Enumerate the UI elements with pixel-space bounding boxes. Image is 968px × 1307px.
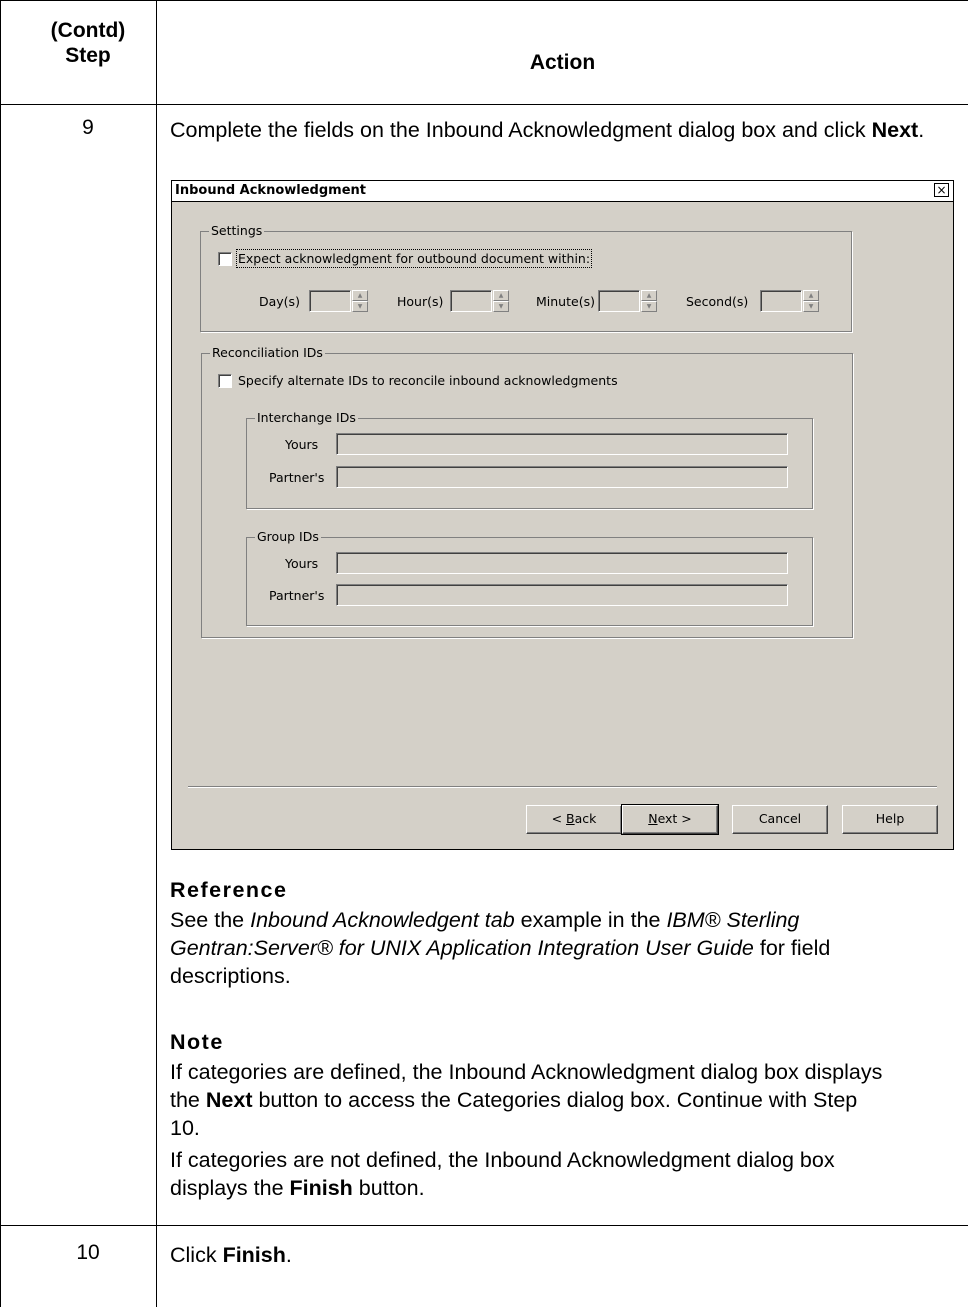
hours-label: Hour(s) — [397, 294, 444, 309]
note-p1-bold: Next — [205, 1088, 253, 1112]
interchange-yours-label: Yours — [285, 437, 319, 452]
interchange-partners-label: Partner's — [269, 470, 325, 485]
header-step-line1: (Contd) — [50, 19, 126, 42]
row-divider — [0, 1225, 968, 1226]
reconciliation-ids-group: Reconciliation IDs Specify alternate IDs… — [201, 345, 853, 638]
button-separator — [188, 786, 937, 788]
note-heading: Note — [170, 1030, 224, 1054]
hours-input[interactable] — [450, 290, 492, 312]
days-down-icon[interactable]: ▼ — [352, 301, 368, 312]
seconds-down-icon[interactable]: ▼ — [803, 301, 819, 312]
step9-period: . — [918, 118, 925, 142]
expect-ack-checkbox[interactable] — [218, 252, 232, 266]
dialog-title: Inbound Acknowledgment — [175, 183, 366, 198]
header-step: (Contd) Step — [20, 18, 156, 68]
reference-t3: example in the — [514, 908, 667, 932]
note-p2-c: button. — [352, 1176, 425, 1200]
reconciliation-group-label: Reconciliation IDs — [210, 345, 325, 360]
settings-group-label: Settings — [209, 223, 265, 238]
inbound-acknowledgment-dialog: Inbound Acknowledgment × Settings Expect… — [171, 180, 954, 850]
step9-text: Complete the fields on the Inbound Ackno… — [170, 118, 872, 142]
step10-period: . — [285, 1243, 292, 1267]
step10-instruction: Click Finish. — [170, 1241, 950, 1269]
days-label: Day(s) — [259, 294, 300, 309]
next-button[interactable]: Next > — [621, 804, 719, 835]
interchange-partners-field[interactable] — [336, 466, 788, 488]
reference-t1: See the — [170, 908, 251, 932]
back-button[interactable]: < Back — [526, 805, 622, 834]
group-yours-field[interactable] — [336, 552, 788, 574]
group-ids-group: Group IDs Yours Partner's — [246, 529, 813, 626]
seconds-spinner[interactable]: ▲ ▼ — [803, 290, 819, 312]
procedure-table: (Contd) Step Action 9 Complete the field… — [0, 0, 968, 1307]
group-partners-field[interactable] — [336, 584, 788, 606]
expect-ack-label: Expect acknowledgment for outbound docum… — [235, 249, 593, 268]
hours-spinner[interactable]: ▲ ▼ — [493, 290, 509, 312]
header-bottom-border — [0, 104, 968, 105]
column-divider — [156, 0, 157, 1307]
back-prefix: < — [551, 811, 567, 826]
seconds-label: Second(s) — [686, 294, 749, 309]
interchange-yours-field[interactable] — [336, 433, 788, 455]
header-action: Action — [529, 51, 596, 74]
note-p1-c: button to access the Categories dialog b… — [170, 1088, 858, 1140]
step-number-10: 10 — [76, 1241, 100, 1264]
step-number-9: 9 — [82, 116, 94, 139]
back-rest: ack — [574, 811, 597, 826]
days-input[interactable] — [309, 290, 351, 312]
next-rest: ext > — [657, 811, 692, 826]
close-icon[interactable]: × — [934, 183, 949, 197]
table-top-border — [0, 0, 968, 1]
alternate-ids-checkbox[interactable] — [218, 374, 232, 388]
minutes-spinner[interactable]: ▲ ▼ — [641, 290, 657, 312]
next-mnemonic: N — [648, 811, 658, 826]
group-ids-label: Group IDs — [255, 529, 321, 544]
reference-tab-name: Inbound Acknowledgent tab — [250, 908, 515, 932]
table-left-border — [0, 0, 1, 1307]
step9-instruction: Complete the fields on the Inbound Ackno… — [170, 116, 950, 144]
minutes-down-icon[interactable]: ▼ — [641, 301, 657, 312]
interchange-group-label: Interchange IDs — [255, 410, 358, 425]
header-step-line2: Step — [65, 44, 111, 67]
reference-heading: Reference — [170, 878, 288, 902]
note-p2-a: If categories are not defined, the Inbou… — [170, 1148, 835, 1200]
back-mnemonic: B — [566, 811, 575, 826]
hours-up-icon[interactable]: ▲ — [493, 290, 509, 301]
dialog-title-bar: Inbound Acknowledgment × — [172, 181, 953, 202]
reference-text: See the Inbound Acknowledgent tab exampl… — [170, 906, 870, 990]
cancel-button[interactable]: Cancel — [732, 805, 828, 834]
seconds-input[interactable] — [760, 290, 802, 312]
note-paragraph-1: If categories are defined, the Inbound A… — [170, 1058, 890, 1142]
help-button[interactable]: Help — [842, 805, 938, 834]
hours-down-icon[interactable]: ▼ — [493, 301, 509, 312]
interchange-ids-group: Interchange IDs Yours Partner's — [246, 410, 813, 509]
note-paragraph-2: If categories are not defined, the Inbou… — [170, 1146, 890, 1202]
days-spinner[interactable]: ▲ ▼ — [352, 290, 368, 312]
settings-group: Settings Expect acknowledgment for outbo… — [200, 223, 852, 332]
group-yours-label: Yours — [285, 556, 319, 571]
seconds-up-icon[interactable]: ▲ — [803, 290, 819, 301]
note-p2-bold: Finish — [289, 1176, 353, 1200]
step10-finish-bold: Finish — [222, 1243, 286, 1267]
step10-text: Click — [170, 1243, 223, 1267]
minutes-up-icon[interactable]: ▲ — [641, 290, 657, 301]
alternate-ids-label: Specify alternate IDs to reconcile inbou… — [238, 373, 618, 388]
minutes-input[interactable] — [598, 290, 640, 312]
step9-next-bold: Next — [871, 118, 919, 142]
group-partners-label: Partner's — [269, 588, 325, 603]
minutes-label: Minute(s) — [536, 294, 595, 309]
days-up-icon[interactable]: ▲ — [352, 290, 368, 301]
